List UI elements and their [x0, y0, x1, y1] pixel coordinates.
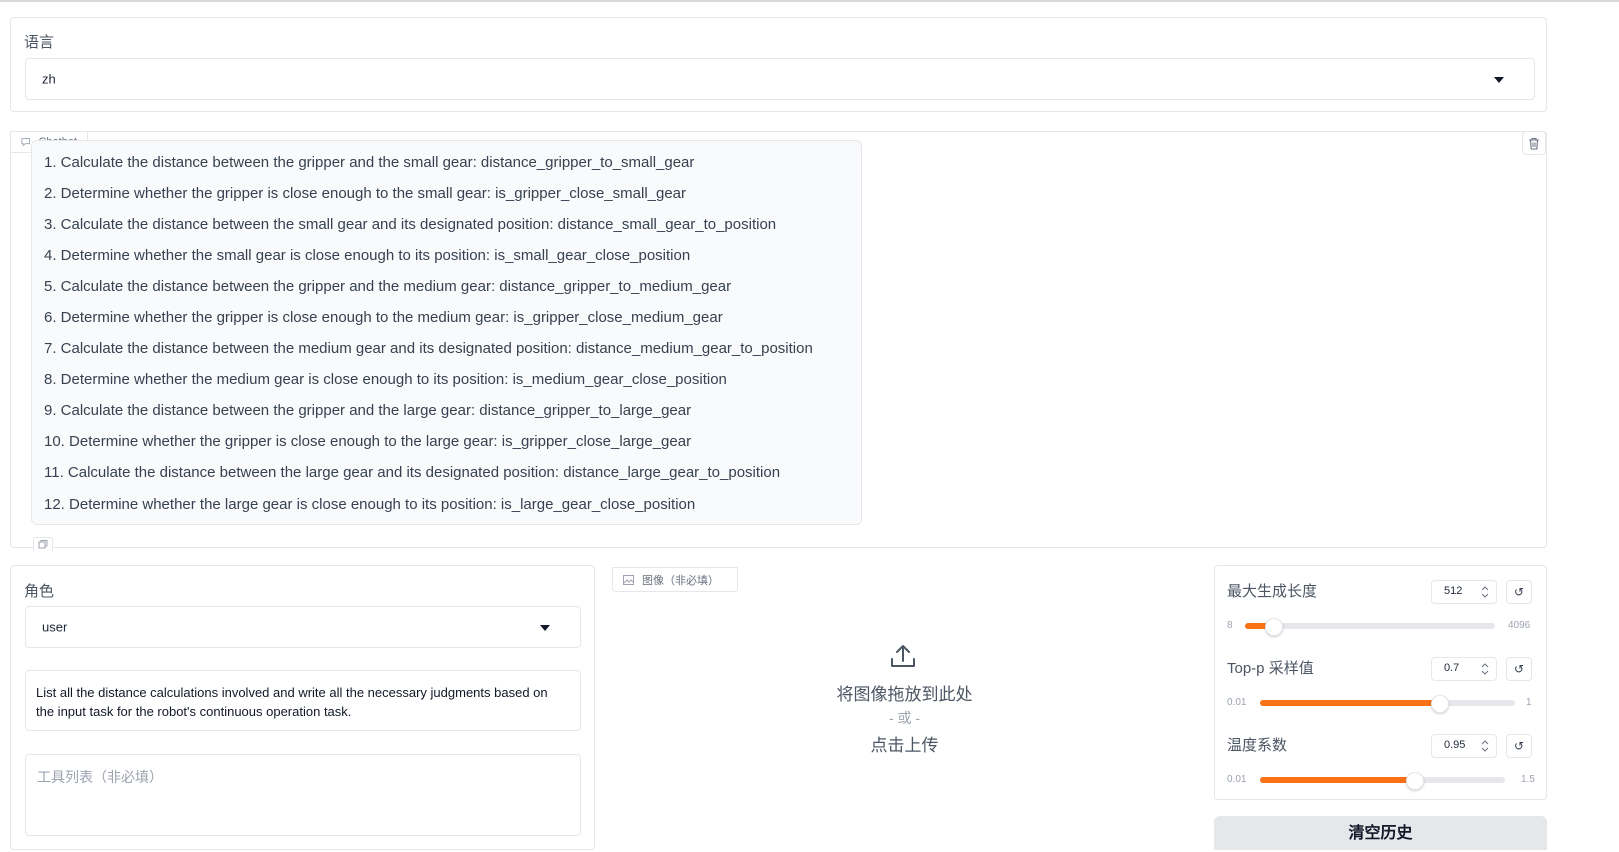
max-length-reset-button[interactable]: ↺ [1506, 580, 1532, 604]
message-line: 8. Determine whether the medium gear is … [44, 371, 727, 388]
top-p-slider-fill [1260, 700, 1439, 706]
top-p-value: 0.7 [1444, 662, 1460, 674]
top-border [0, 0, 1619, 2]
trash-icon [1529, 137, 1539, 150]
message-line: 3. Calculate the distance between the sm… [44, 216, 777, 233]
clear-history-button[interactable]: 清空历史 [1214, 816, 1547, 850]
chat-bubble-icon [21, 138, 31, 147]
temperature-number-input[interactable]: 0.95 [1431, 734, 1497, 758]
drop-text: 将图像拖放到此处 [836, 685, 973, 704]
max-length-max: 4096 [1508, 620, 1531, 631]
delete-chat-button[interactable] [1522, 131, 1546, 155]
input-panel: 角色 user List all the distance calculatio… [10, 565, 595, 850]
spinner-icon [1481, 663, 1489, 675]
max-length-number-input[interactable]: 512 [1431, 580, 1497, 604]
message-line: 9. Calculate the distance between the gr… [44, 402, 692, 419]
temperature-max: 1.5 [1521, 774, 1535, 785]
top-p-min: 0.01 [1227, 697, 1247, 708]
spinner-icon [1481, 740, 1489, 752]
temperature-slider-fill [1260, 777, 1414, 783]
top-p-slider[interactable] [1260, 695, 1515, 713]
temperature-value: 0.95 [1444, 739, 1466, 751]
top-p-number-input[interactable]: 0.7 [1431, 657, 1497, 681]
max-length-slider[interactable] [1245, 618, 1495, 636]
tools-placeholder: 工具列表（非必填） [37, 769, 163, 785]
language-select[interactable]: zh [25, 58, 1535, 100]
message-line: 11. Calculate the distance between the l… [44, 464, 781, 481]
temperature-slider-thumb[interactable] [1406, 772, 1424, 790]
message-line: 1. Calculate the distance between the gr… [44, 154, 695, 171]
chevron-down-icon [540, 625, 550, 631]
copy-message-button[interactable] [33, 537, 53, 551]
params-panel: 最大生成长度 512 ↺ 8 4096 Top-p 采样值 0.7 ↺ 0.01… [1214, 565, 1547, 800]
top-p-slider-thumb[interactable] [1431, 695, 1449, 713]
prompt-text: List all the distance calculations invol… [36, 685, 548, 719]
or-text: - 或 - [888, 710, 921, 726]
top-p-label: Top-p 采样值 [1227, 660, 1314, 677]
message-line: 4. Determine whether the small gear is c… [44, 247, 691, 264]
message-line: 6. Determine whether the gripper is clos… [44, 309, 723, 326]
message-line: 12. Determine whether the large gear is … [44, 496, 696, 513]
top-p-reset-button[interactable]: ↺ [1506, 657, 1532, 681]
max-length-min: 8 [1227, 620, 1233, 631]
role-select[interactable]: user [25, 606, 581, 648]
chevron-down-icon [1494, 77, 1504, 83]
upload-icon [891, 645, 915, 667]
message-line: 2. Determine whether the gripper is clos… [44, 185, 687, 202]
max-length-slider-thumb[interactable] [1265, 618, 1283, 636]
message-line: 10. Determine whether the gripper is clo… [44, 433, 692, 450]
max-length-label: 最大生成长度 [1227, 583, 1318, 600]
click-upload-text: 点击上传 [870, 736, 939, 755]
language-panel: 语言 zh [10, 17, 1547, 112]
message-line: 5. Calculate the distance between the gr… [44, 278, 732, 295]
temperature-label: 温度系数 [1227, 737, 1288, 754]
copy-icon [38, 540, 48, 549]
language-select-value: zh [42, 71, 56, 87]
message-line: 7. Calculate the distance between the me… [44, 340, 813, 357]
spinner-icon [1481, 586, 1489, 598]
temperature-min: 0.01 [1227, 774, 1247, 785]
role-select-value: user [42, 619, 68, 635]
temperature-reset-button[interactable]: ↺ [1506, 734, 1532, 758]
max-length-value: 512 [1444, 585, 1463, 597]
prompt-textarea[interactable]: List all the distance calculations invol… [25, 670, 581, 731]
image-dropzone[interactable]: 将图像拖放到此处 - 或 - 点击上传 [612, 568, 1197, 826]
tools-input[interactable]: 工具列表（非必填） [25, 754, 581, 836]
language-label: 语言 [24, 34, 55, 51]
bot-message: 1. Calculate the distance between the gr… [31, 140, 862, 525]
temperature-slider[interactable] [1260, 772, 1505, 790]
top-p-max: 1 [1526, 697, 1532, 708]
role-label: 角色 [24, 583, 55, 600]
